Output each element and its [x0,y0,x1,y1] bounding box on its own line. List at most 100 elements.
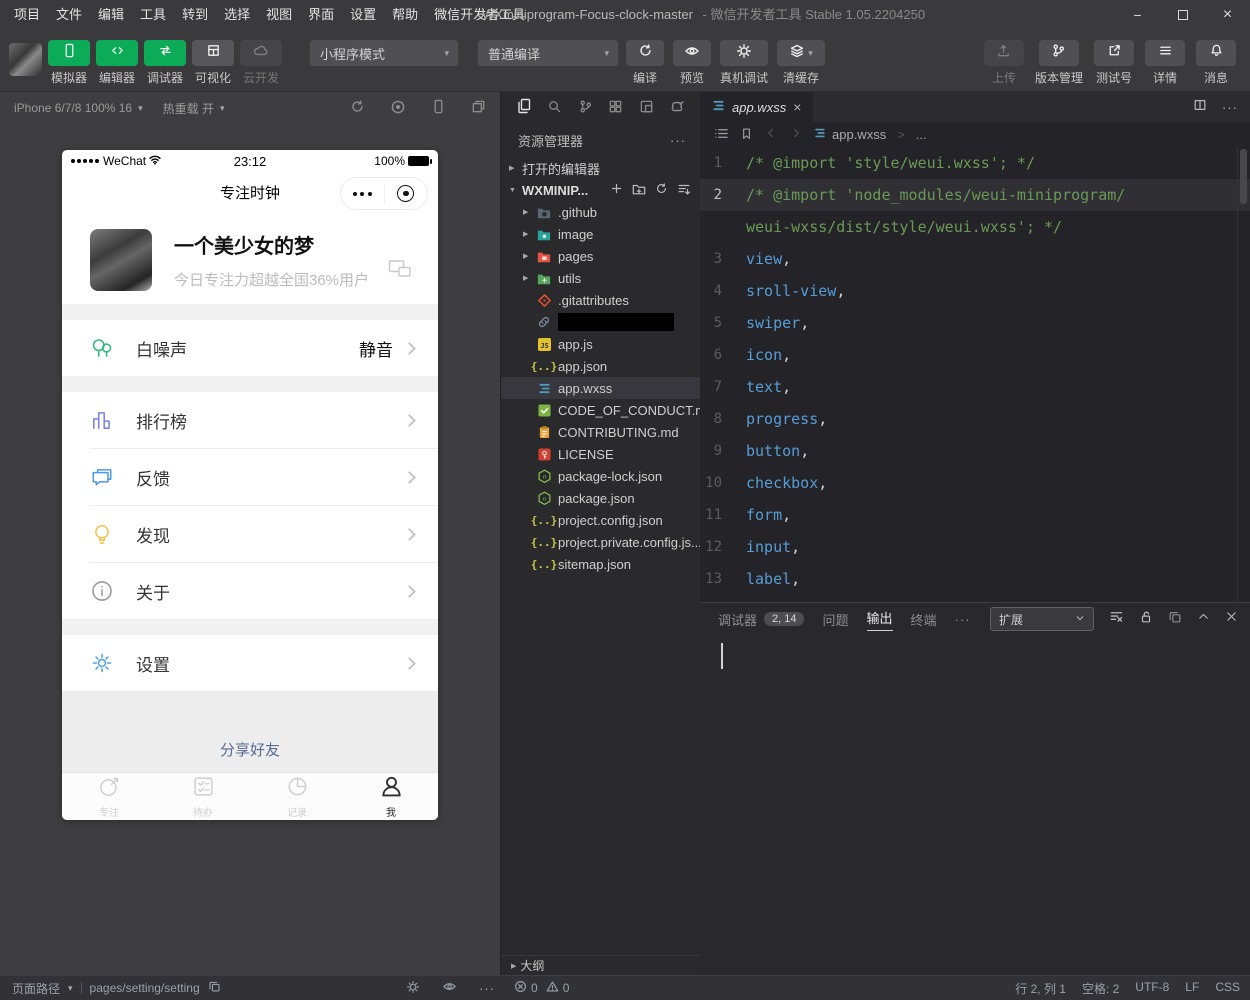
code-line-10[interactable]: 10checkbox, [700,467,1250,499]
code-line-1[interactable]: 1/* @import 'style/weui.wxss'; */ [700,147,1250,179]
code-line-8[interactable]: 8progress, [700,403,1250,435]
compile-mode-select[interactable]: 普通编译 ▾ [478,40,618,66]
open-editors-row[interactable]: ▶ 打开的编辑器 [501,157,700,179]
cell-white-noise[interactable]: 白噪声 静音 [62,320,438,376]
panel-more-button[interactable]: ··· [955,612,971,627]
code-line-12[interactable]: 12input, [700,531,1250,563]
tab-todo[interactable]: 待办 [156,773,250,820]
indentation[interactable]: 空格: 2 [1082,980,1119,997]
cell-discover[interactable]: 发现 [62,506,438,562]
menu-item-2[interactable]: 编辑 [90,0,132,30]
collapsed-arrow-icon[interactable]: ▶ [523,208,536,216]
panel-tab-output[interactable]: 输出 [867,608,893,631]
new-folder-icon[interactable] [632,182,646,199]
nav-forward-icon[interactable] [789,126,803,143]
page-path-label[interactable]: 页面路径 [12,980,60,997]
tree-item-package-lock.json[interactable]: npackage-lock.json [501,465,700,487]
close-tab-icon[interactable]: × [793,100,801,114]
tree-item-.gitattributes[interactable]: .gitattributes [501,289,700,311]
explorer-more-button[interactable]: ··· [670,133,686,148]
bookmark-icon[interactable] [740,127,753,143]
copy-icon[interactable] [1168,610,1182,629]
git-branch-icon[interactable] [578,99,593,119]
tree-item-app.json[interactable]: {..}app.json [501,355,700,377]
details-button[interactable]: 详情 [1145,40,1185,86]
chevron-up-icon[interactable] [1197,610,1210,628]
output-console[interactable] [700,635,1250,975]
tree-item-app.js[interactable]: JSapp.js [501,333,700,355]
code-line-13[interactable]: 13label, [700,563,1250,595]
menu-item-5[interactable]: 选择 [216,0,258,30]
simulator-button[interactable]: 模拟器 [48,40,90,86]
tab-records[interactable]: 记录 [250,773,344,820]
blocks-icon[interactable] [608,99,623,119]
search-icon[interactable] [547,99,562,119]
menu-item-3[interactable]: 工具 [132,0,174,30]
record-icon[interactable] [390,99,406,118]
language-mode[interactable]: CSS [1215,980,1240,997]
menu-item-4[interactable]: 转到 [174,0,216,30]
tree-item-image[interactable]: ▶image [501,223,700,245]
tree-item-LICENSE[interactable]: LICENSE [501,443,700,465]
cell-settings[interactable]: 设置 [62,635,438,691]
widget-frame-icon[interactable] [639,99,654,119]
cell-feedback[interactable]: 反馈 [62,449,438,505]
tree-item-.github[interactable]: ▶.github [501,201,700,223]
problems-summary[interactable]: 0 0 [514,980,569,996]
collapsed-arrow-icon[interactable]: ▶ [523,274,536,282]
collapsed-arrow-icon[interactable]: ▶ [523,252,536,260]
code-line-5[interactable]: 5swiper, [700,307,1250,339]
cursor-position[interactable]: 行 2, 列 1 [1015,980,1066,997]
debugger-button[interactable]: 调试器 [144,40,186,86]
tree-item-redacted[interactable] [501,311,700,333]
editor-button[interactable]: 编辑器 [96,40,138,86]
editor-scrollbar[interactable] [1237,147,1250,602]
maximize-button[interactable] [1160,0,1205,30]
cell-about[interactable]: 关于 [62,563,438,619]
new-file-icon[interactable] [610,182,623,198]
panel-tab-debugger[interactable]: 调试器 2, 14 [718,610,804,629]
version-control-button[interactable]: 版本管理 [1035,40,1083,86]
menu-item-7[interactable]: 界面 [300,0,342,30]
unlock-icon[interactable] [1139,610,1153,629]
project-root-row[interactable]: ▼ WXMINIP... [501,179,700,201]
multi-window-icon[interactable] [471,99,486,117]
close-miniprogram-button[interactable] [385,185,428,202]
menu-item-8[interactable]: 设置 [342,0,384,30]
clear-cache-button[interactable]: ▾ 清缓存 [777,40,825,86]
tree-item-package.json[interactable]: npackage.json [501,487,700,509]
code-line-11[interactable]: 11form, [700,499,1250,531]
minimize-button[interactable]: − [1115,0,1160,30]
profile-section[interactable]: 一个美少女的梦 今日专注力超越全国36%用户 [62,216,438,304]
encoding[interactable]: UTF-8 [1135,980,1169,997]
code-line-wrap[interactable]: weui-wxss/dist/style/weui.wxss'; */ [700,211,1250,243]
menu-item-1[interactable]: 文件 [48,0,90,30]
test-account-button[interactable]: 测试号 [1094,40,1134,86]
tree-item-app.wxss[interactable]: app.wxss [501,377,700,399]
code-line-3[interactable]: 3view, [700,243,1250,275]
breadcrumb-symbol[interactable]: ... [916,127,927,142]
nav-back-icon[interactable] [764,126,778,143]
code-line-4[interactable]: 4sroll-view, [700,275,1250,307]
code-line-9[interactable]: 9button, [700,435,1250,467]
collapse-all-icon[interactable] [677,182,691,199]
hot-reload-toggle[interactable]: 热重载 开 [163,100,214,117]
menu-item-9[interactable]: 帮助 [384,0,426,30]
preview-button[interactable]: 预览 [673,40,711,86]
upload-button[interactable]: 上传 [984,40,1024,86]
code-line-2[interactable]: 2/* @import 'node_modules/weui-miniprogr… [700,179,1250,211]
share-friends-link[interactable]: 分享好友 [62,739,438,760]
device-frame-icon[interactable] [431,99,446,117]
tree-item-project.private.config.js...[interactable]: {..}project.private.config.js... [501,531,700,553]
device-select[interactable]: iPhone 6/7/8 100% 16 [14,101,132,115]
tab-me[interactable]: 我 [344,773,438,820]
code-line-7[interactable]: 7text, [700,371,1250,403]
cell-ranking[interactable]: 排行榜 [62,392,438,448]
tree-item-sitemap.json[interactable]: {..}sitemap.json [501,553,700,575]
profile-avatar[interactable] [90,229,152,291]
split-editor-icon[interactable] [1193,98,1207,117]
eol-type[interactable]: LF [1185,980,1199,997]
user-avatar[interactable] [9,43,42,76]
menu-item-6[interactable]: 视图 [258,0,300,30]
tree-item-CODE_OF_CONDUCT.md[interactable]: CODE_OF_CONDUCT.md [501,399,700,421]
